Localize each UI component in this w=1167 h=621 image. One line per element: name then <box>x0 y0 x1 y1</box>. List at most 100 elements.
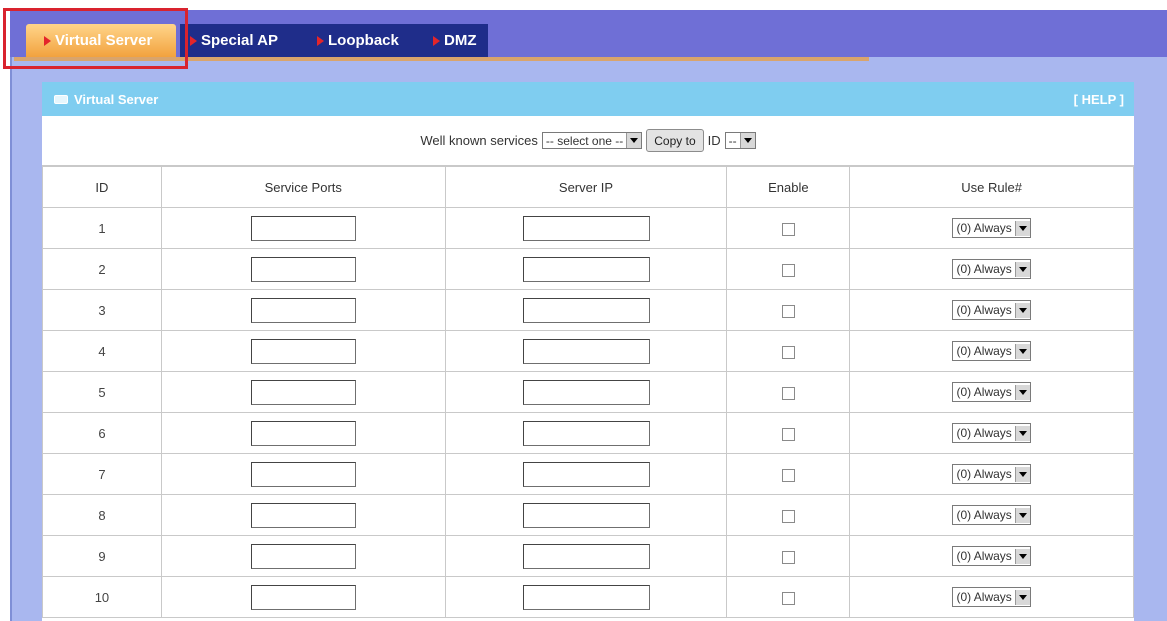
service-ports-input[interactable] <box>250 461 356 487</box>
panel-title-text: Virtual Server <box>74 91 159 107</box>
use-rule-select[interactable]: (0) Always <box>952 218 1031 238</box>
tab-label: Special AP <box>201 32 278 49</box>
use-rule-select[interactable]: (0) Always <box>952 464 1031 484</box>
enable-cell <box>726 207 851 249</box>
id-select[interactable]: -- <box>724 132 756 149</box>
tab-underline <box>14 57 869 61</box>
use-rule-cell: (0) Always <box>849 494 1134 536</box>
enable-cell <box>726 535 851 577</box>
chevron-down-icon <box>626 133 642 148</box>
server-ip-input[interactable] <box>522 420 650 446</box>
service-ports-input[interactable] <box>250 543 356 569</box>
enable-checkbox[interactable] <box>781 386 795 400</box>
service-ports-input[interactable] <box>250 256 356 282</box>
use-rule-select[interactable]: (0) Always <box>952 587 1031 607</box>
service-ports-input[interactable] <box>250 215 356 241</box>
table-row: 7 (0) Always <box>42 453 1134 495</box>
server-ip-input[interactable] <box>522 379 650 405</box>
enable-checkbox[interactable] <box>781 345 795 359</box>
row-id: 5 <box>42 371 162 413</box>
server-ip-input[interactable] <box>522 584 650 610</box>
row-id: 7 <box>42 453 162 495</box>
arrow-right-icon <box>44 35 51 46</box>
use-rule-select[interactable]: (0) Always <box>952 546 1031 566</box>
use-rule-select[interactable]: (0) Always <box>952 382 1031 402</box>
panel-icon <box>54 94 68 104</box>
service-ports-input[interactable] <box>250 338 356 364</box>
service-ports-input[interactable] <box>250 502 356 528</box>
service-ports-cell <box>160 494 446 536</box>
server-ip-cell <box>444 371 728 413</box>
table-row: 1 (0) Always <box>42 207 1134 249</box>
use-rule-select[interactable]: (0) Always <box>952 341 1031 361</box>
server-ip-cell <box>444 330 728 372</box>
chevron-down-icon <box>739 133 755 148</box>
service-ports-cell <box>160 248 446 290</box>
service-ports-input[interactable] <box>250 297 356 323</box>
select-value: (0) Always <box>956 508 1012 522</box>
table-row: 6 (0) Always <box>42 412 1134 454</box>
server-ip-input[interactable] <box>522 543 650 569</box>
tab-label: DMZ <box>444 32 477 49</box>
use-rule-cell: (0) Always <box>849 289 1134 331</box>
well-known-service-select[interactable]: -- select one -- <box>541 132 643 149</box>
service-ports-cell <box>160 576 446 618</box>
table-row: 3 (0) Always <box>42 289 1134 331</box>
row-id: 4 <box>42 330 162 372</box>
select-value: (0) Always <box>956 303 1012 317</box>
server-ip-input[interactable] <box>522 256 650 282</box>
service-ports-cell <box>160 535 446 577</box>
tab-special-ap[interactable]: Special AP <box>190 24 278 57</box>
enable-checkbox[interactable] <box>781 468 795 482</box>
enable-cell <box>726 289 851 331</box>
tab-dmz[interactable]: DMZ <box>433 24 477 57</box>
arrow-right-icon <box>433 35 440 46</box>
server-ip-input[interactable] <box>522 461 650 487</box>
table-row: 8 (0) Always <box>42 494 1134 536</box>
table-header-row: ID Service Ports Server IP Enable Use Ru… <box>42 166 1134 208</box>
use-rule-select[interactable]: (0) Always <box>952 259 1031 279</box>
select-value: (0) Always <box>956 385 1012 399</box>
use-rule-select[interactable]: (0) Always <box>952 423 1031 443</box>
column-header-service-ports: Service Ports <box>160 166 446 208</box>
enable-cell <box>726 371 851 413</box>
server-ip-input[interactable] <box>522 338 650 364</box>
tab-virtual-server[interactable]: Virtual Server <box>26 24 176 57</box>
server-ip-cell <box>444 453 728 495</box>
server-ip-cell <box>444 207 728 249</box>
enable-checkbox[interactable] <box>781 550 795 564</box>
copy-to-button[interactable]: Copy to <box>646 129 704 152</box>
service-ports-input[interactable] <box>250 379 356 405</box>
select-value: (0) Always <box>956 467 1012 481</box>
virtual-server-table: ID Service Ports Server IP Enable Use Ru… <box>42 166 1134 618</box>
enable-checkbox[interactable] <box>781 222 795 236</box>
arrow-right-icon <box>190 35 197 46</box>
help-link[interactable]: [ HELP ] <box>1074 92 1124 107</box>
enable-checkbox[interactable] <box>781 591 795 605</box>
enable-checkbox[interactable] <box>781 509 795 523</box>
use-rule-cell: (0) Always <box>849 207 1134 249</box>
use-rule-cell: (0) Always <box>849 535 1134 577</box>
tab-loopback[interactable]: Loopback <box>317 24 399 57</box>
service-ports-input[interactable] <box>250 584 356 610</box>
service-ports-cell <box>160 453 446 495</box>
enable-checkbox[interactable] <box>781 427 795 441</box>
service-ports-input[interactable] <box>250 420 356 446</box>
enable-cell <box>726 576 851 618</box>
server-ip-input[interactable] <box>522 502 650 528</box>
row-id: 6 <box>42 412 162 454</box>
table-row: 10 (0) Always <box>42 576 1134 618</box>
select-value: (0) Always <box>956 344 1012 358</box>
chevron-down-icon <box>1014 548 1030 564</box>
service-ports-cell <box>160 330 446 372</box>
enable-checkbox[interactable] <box>781 263 795 277</box>
server-ip-cell <box>444 494 728 536</box>
server-ip-input[interactable] <box>522 297 650 323</box>
use-rule-cell: (0) Always <box>849 576 1134 618</box>
chevron-down-icon <box>1014 343 1030 359</box>
use-rule-select[interactable]: (0) Always <box>952 505 1031 525</box>
server-ip-input[interactable] <box>522 215 650 241</box>
service-ports-cell <box>160 371 446 413</box>
use-rule-select[interactable]: (0) Always <box>952 300 1031 320</box>
enable-checkbox[interactable] <box>781 304 795 318</box>
